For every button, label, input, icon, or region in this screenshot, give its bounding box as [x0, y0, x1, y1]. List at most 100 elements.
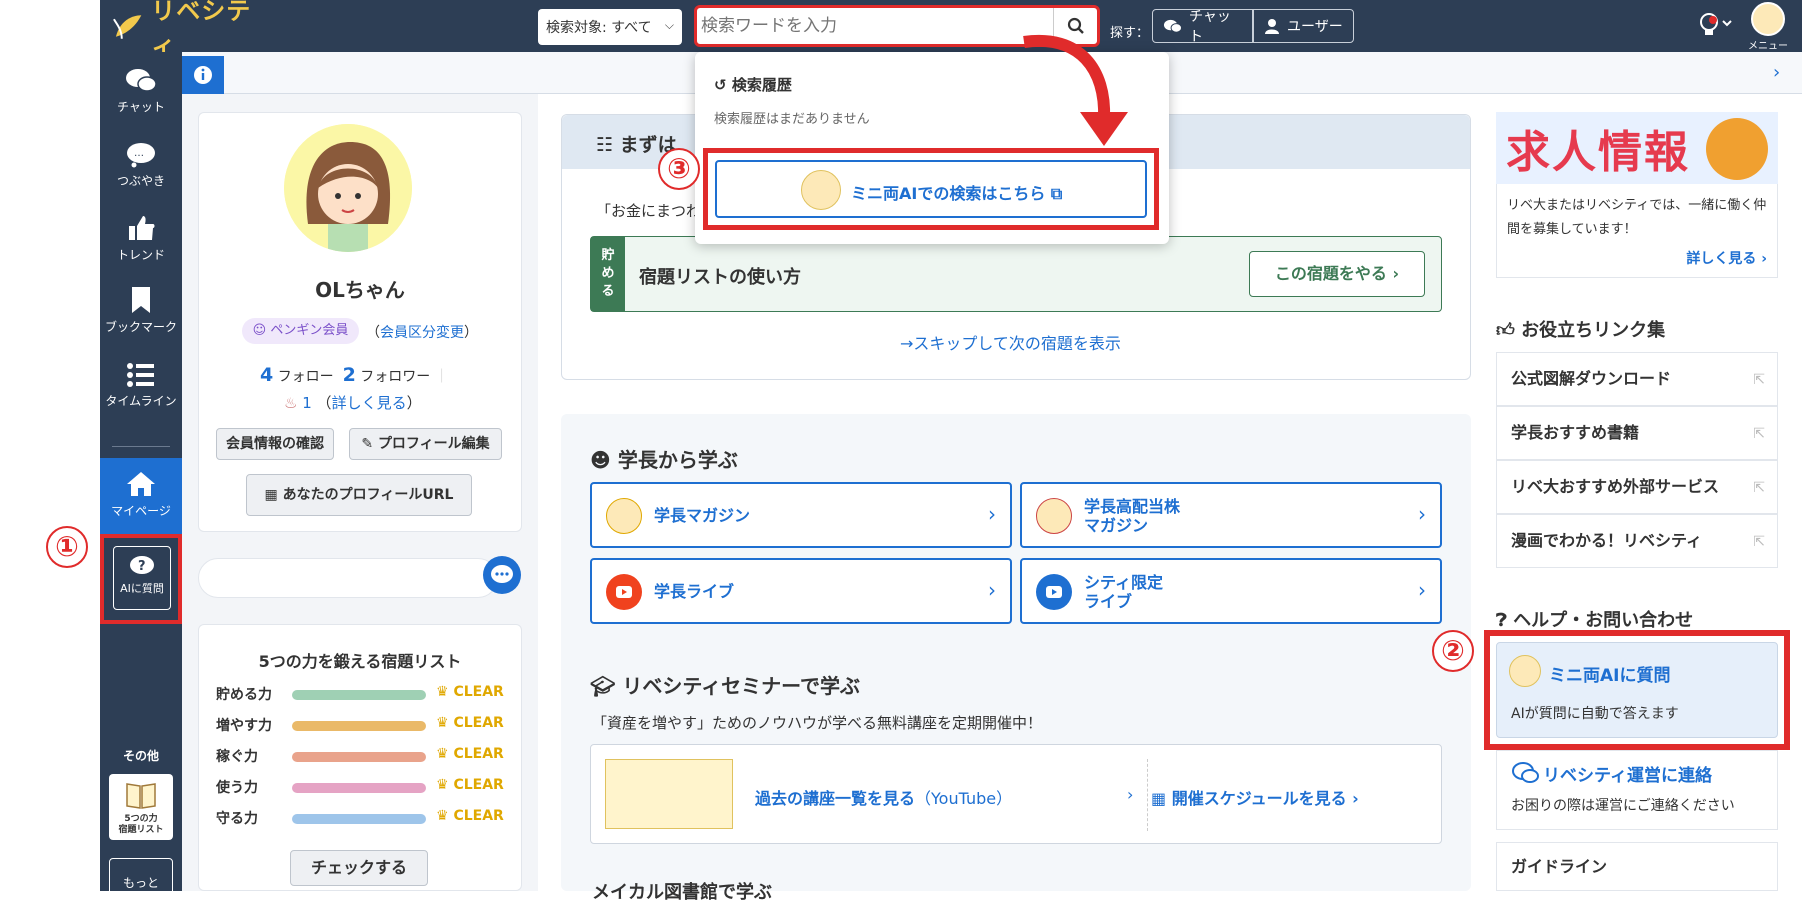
- notification-tips-button[interactable]: [1695, 10, 1735, 40]
- useful-links-title: 👍︎ お役立ちリンク集: [1496, 316, 1665, 342]
- like-count: 1: [302, 394, 312, 412]
- book-icon: [126, 783, 156, 809]
- edit-profile-label: プロフィール編集: [377, 436, 490, 452]
- lion-avatar-icon: [1036, 498, 1072, 534]
- help-title-text: ヘルプ・お問い合わせ: [1513, 610, 1694, 631]
- skip-task-link[interactable]: →スキップして次の宿題を表示: [900, 330, 1121, 354]
- chevron-right-icon[interactable]: ›: [1773, 62, 1780, 83]
- link-city-live[interactable]: シティ限定 ライブ ›: [1020, 558, 1442, 624]
- sidebar-ai-ask-button[interactable]: ? AIに質問: [113, 546, 171, 610]
- sidebar-item-trend[interactable]: トレンド: [100, 214, 182, 263]
- seminar-thumbnail[interactable]: [605, 759, 733, 829]
- arrow-right-icon: →: [900, 334, 914, 353]
- site-logo[interactable]: リベシティ: [112, 0, 272, 60]
- menu-button[interactable]: メニュー: [1748, 2, 1788, 52]
- follow-count[interactable]: 4: [260, 364, 273, 386]
- profile-url-button[interactable]: ▦ あなたのプロフィールURL: [246, 474, 472, 516]
- do-task-button[interactable]: この宿題をやる ›: [1249, 251, 1425, 297]
- find-user-button[interactable]: ユーザー: [1253, 9, 1354, 43]
- more-button[interactable]: もっと 見る ▶: [109, 858, 173, 922]
- link-gakucho-live[interactable]: 学長ライブ ›: [590, 558, 1012, 624]
- link-dividend-magazine[interactable]: 学長高配当株 マガジン ›: [1020, 482, 1442, 548]
- search-history-title-text: 検索履歴: [731, 76, 792, 94]
- mini-ryo-avatar-icon: [801, 170, 841, 210]
- homework-label: 使う力: [216, 780, 258, 796]
- contact-card[interactable]: リベシティ運営に連絡 お困りの際は運営にご連絡ください: [1496, 750, 1778, 830]
- edit-profile-button[interactable]: ✎ プロフィール編集: [349, 428, 502, 460]
- mini-ai-ask-card[interactable]: ミニ両AIに質問 AIが質問に自動で答えます: [1496, 642, 1778, 738]
- list-icon: [127, 363, 154, 387]
- past-seminars-label: 過去の講座一覧を見る: [755, 789, 916, 808]
- seminar-description: 「資産を増やす」ためのノウハウが学べる無料講座を定期開催中！: [592, 714, 1043, 732]
- contact-description: お困りの際は運営にご連絡ください: [1511, 798, 1735, 814]
- seminar-card: 過去の講座一覧を見る（YouTube） › ▦ 開催スケジュールを見る ›: [590, 744, 1442, 844]
- details-link[interactable]: 詳しく見る: [332, 394, 407, 412]
- useful-link-item[interactable]: 漫画でわかる！リベシティ ⇱: [1496, 514, 1778, 568]
- useful-links-title-text: お役立ちリンク集: [1521, 320, 1666, 341]
- schedule-link[interactable]: ▦ 開催スケジュールを見る ›: [1151, 785, 1359, 809]
- change-class-link[interactable]: 会員区分変更: [380, 325, 464, 341]
- search-history-title: ↺ 検索履歴: [714, 74, 792, 95]
- job-banner-text: 求人情報: [1506, 127, 1690, 178]
- job-banner[interactable]: 求人情報: [1496, 112, 1778, 184]
- check-homework-button[interactable]: チェックする: [290, 850, 428, 886]
- sidebar-item-label: チャット: [117, 100, 165, 114]
- past-seminars-link[interactable]: 過去の講座一覧を見る（YouTube） ›: [755, 785, 1133, 809]
- check-member-info-button[interactable]: 会員情報の確認: [216, 428, 334, 460]
- clear-label: CLEAR: [453, 808, 504, 824]
- sidebar-item-tsubuyaki[interactable]: … つぶやき: [100, 142, 182, 189]
- useful-link-item[interactable]: 公式図解ダウンロード ⇱: [1496, 352, 1778, 406]
- schedule-label: 開催スケジュールを見る: [1171, 789, 1347, 808]
- search-history-empty: 検索履歴はまだありません: [714, 112, 870, 127]
- sidebar-item-label: ブックマーク: [104, 320, 177, 334]
- task-tag-label: 貯める: [601, 248, 615, 299]
- progress-bar: [292, 783, 426, 793]
- progress-bar: [292, 690, 426, 700]
- homework-title: 5つの力を鍛える宿題リスト: [258, 652, 462, 671]
- homework-label: 貯める力: [216, 687, 272, 703]
- info-button[interactable]: [182, 56, 224, 94]
- useful-link-item[interactable]: 学長おすすめ書籍 ⇱: [1496, 406, 1778, 460]
- link-gakucho-magazine[interactable]: 学長マガジン ›: [590, 482, 1012, 548]
- chevron-down-icon: ⌵: [664, 18, 674, 32]
- home-icon: [127, 472, 155, 496]
- job-more-link[interactable]: 詳しく見る ›: [1686, 248, 1767, 268]
- profile-avatar[interactable]: [284, 124, 412, 252]
- guideline-link[interactable]: ガイドライン: [1496, 842, 1778, 891]
- search-input[interactable]: [701, 11, 1053, 41]
- lion-icon: ☻: [590, 448, 611, 472]
- chat-bubbles-icon: [1163, 19, 1182, 33]
- sidebar-item-chat[interactable]: チャット: [100, 68, 182, 115]
- mini-ai-search-label: ミニ両AIでの検索はこちら ⧉: [851, 180, 1062, 204]
- external-link-icon: ⇱: [1753, 534, 1765, 550]
- annotation-number-1: ①: [46, 526, 88, 568]
- guideline-label: ガイドライン: [1511, 857, 1608, 876]
- homework-label: 守る力: [216, 811, 258, 827]
- progress-bar: [292, 721, 426, 731]
- woman-avatar-icon: [284, 124, 412, 252]
- svg-text:?: ?: [138, 559, 146, 574]
- homework-list-tile[interactable]: 5つの力 宿題リスト: [109, 774, 173, 840]
- search-scope-select[interactable]: 検索対象: すべて ⌵: [538, 9, 682, 45]
- find-chat-button[interactable]: チャット: [1152, 9, 1253, 45]
- job-description: リベ大またはリベシティでは、一緒に働く仲間を募集しています！: [1507, 198, 1767, 237]
- external-window-icon: ⧉: [1050, 184, 1063, 203]
- follower-count[interactable]: 2: [343, 364, 356, 386]
- quick-post-button[interactable]: [483, 556, 521, 594]
- chevron-right-icon: ›: [1418, 502, 1426, 526]
- other-section-label: その他: [122, 749, 159, 763]
- link-label: シティ限定 ライブ: [1084, 573, 1164, 611]
- chevron-right-icon: ›: [988, 502, 996, 526]
- mini-ai-search-button[interactable]: ミニ両AIでの検索はこちら ⧉: [715, 160, 1147, 218]
- homework-row: 守る力 ♛ CLEAR: [216, 808, 516, 828]
- useful-link-item[interactable]: リベ大おすすめ外部サービス ⇱: [1496, 460, 1778, 514]
- sidebar-item-timeline[interactable]: タイムライン: [100, 362, 182, 409]
- chevron-right-icon: ›: [1392, 264, 1400, 283]
- like-stats: ♨ 1 （詳しく見る）: [284, 394, 422, 412]
- sidebar-item-bookmark[interactable]: ブックマーク: [100, 286, 182, 335]
- quick-post-input[interactable]: [198, 558, 498, 598]
- homework-label: 増やす力: [216, 718, 272, 734]
- sidebar-item-mypage[interactable]: マイページ: [100, 458, 182, 534]
- info-icon: [194, 66, 212, 84]
- job-more-label: 詳しく見る: [1686, 251, 1757, 267]
